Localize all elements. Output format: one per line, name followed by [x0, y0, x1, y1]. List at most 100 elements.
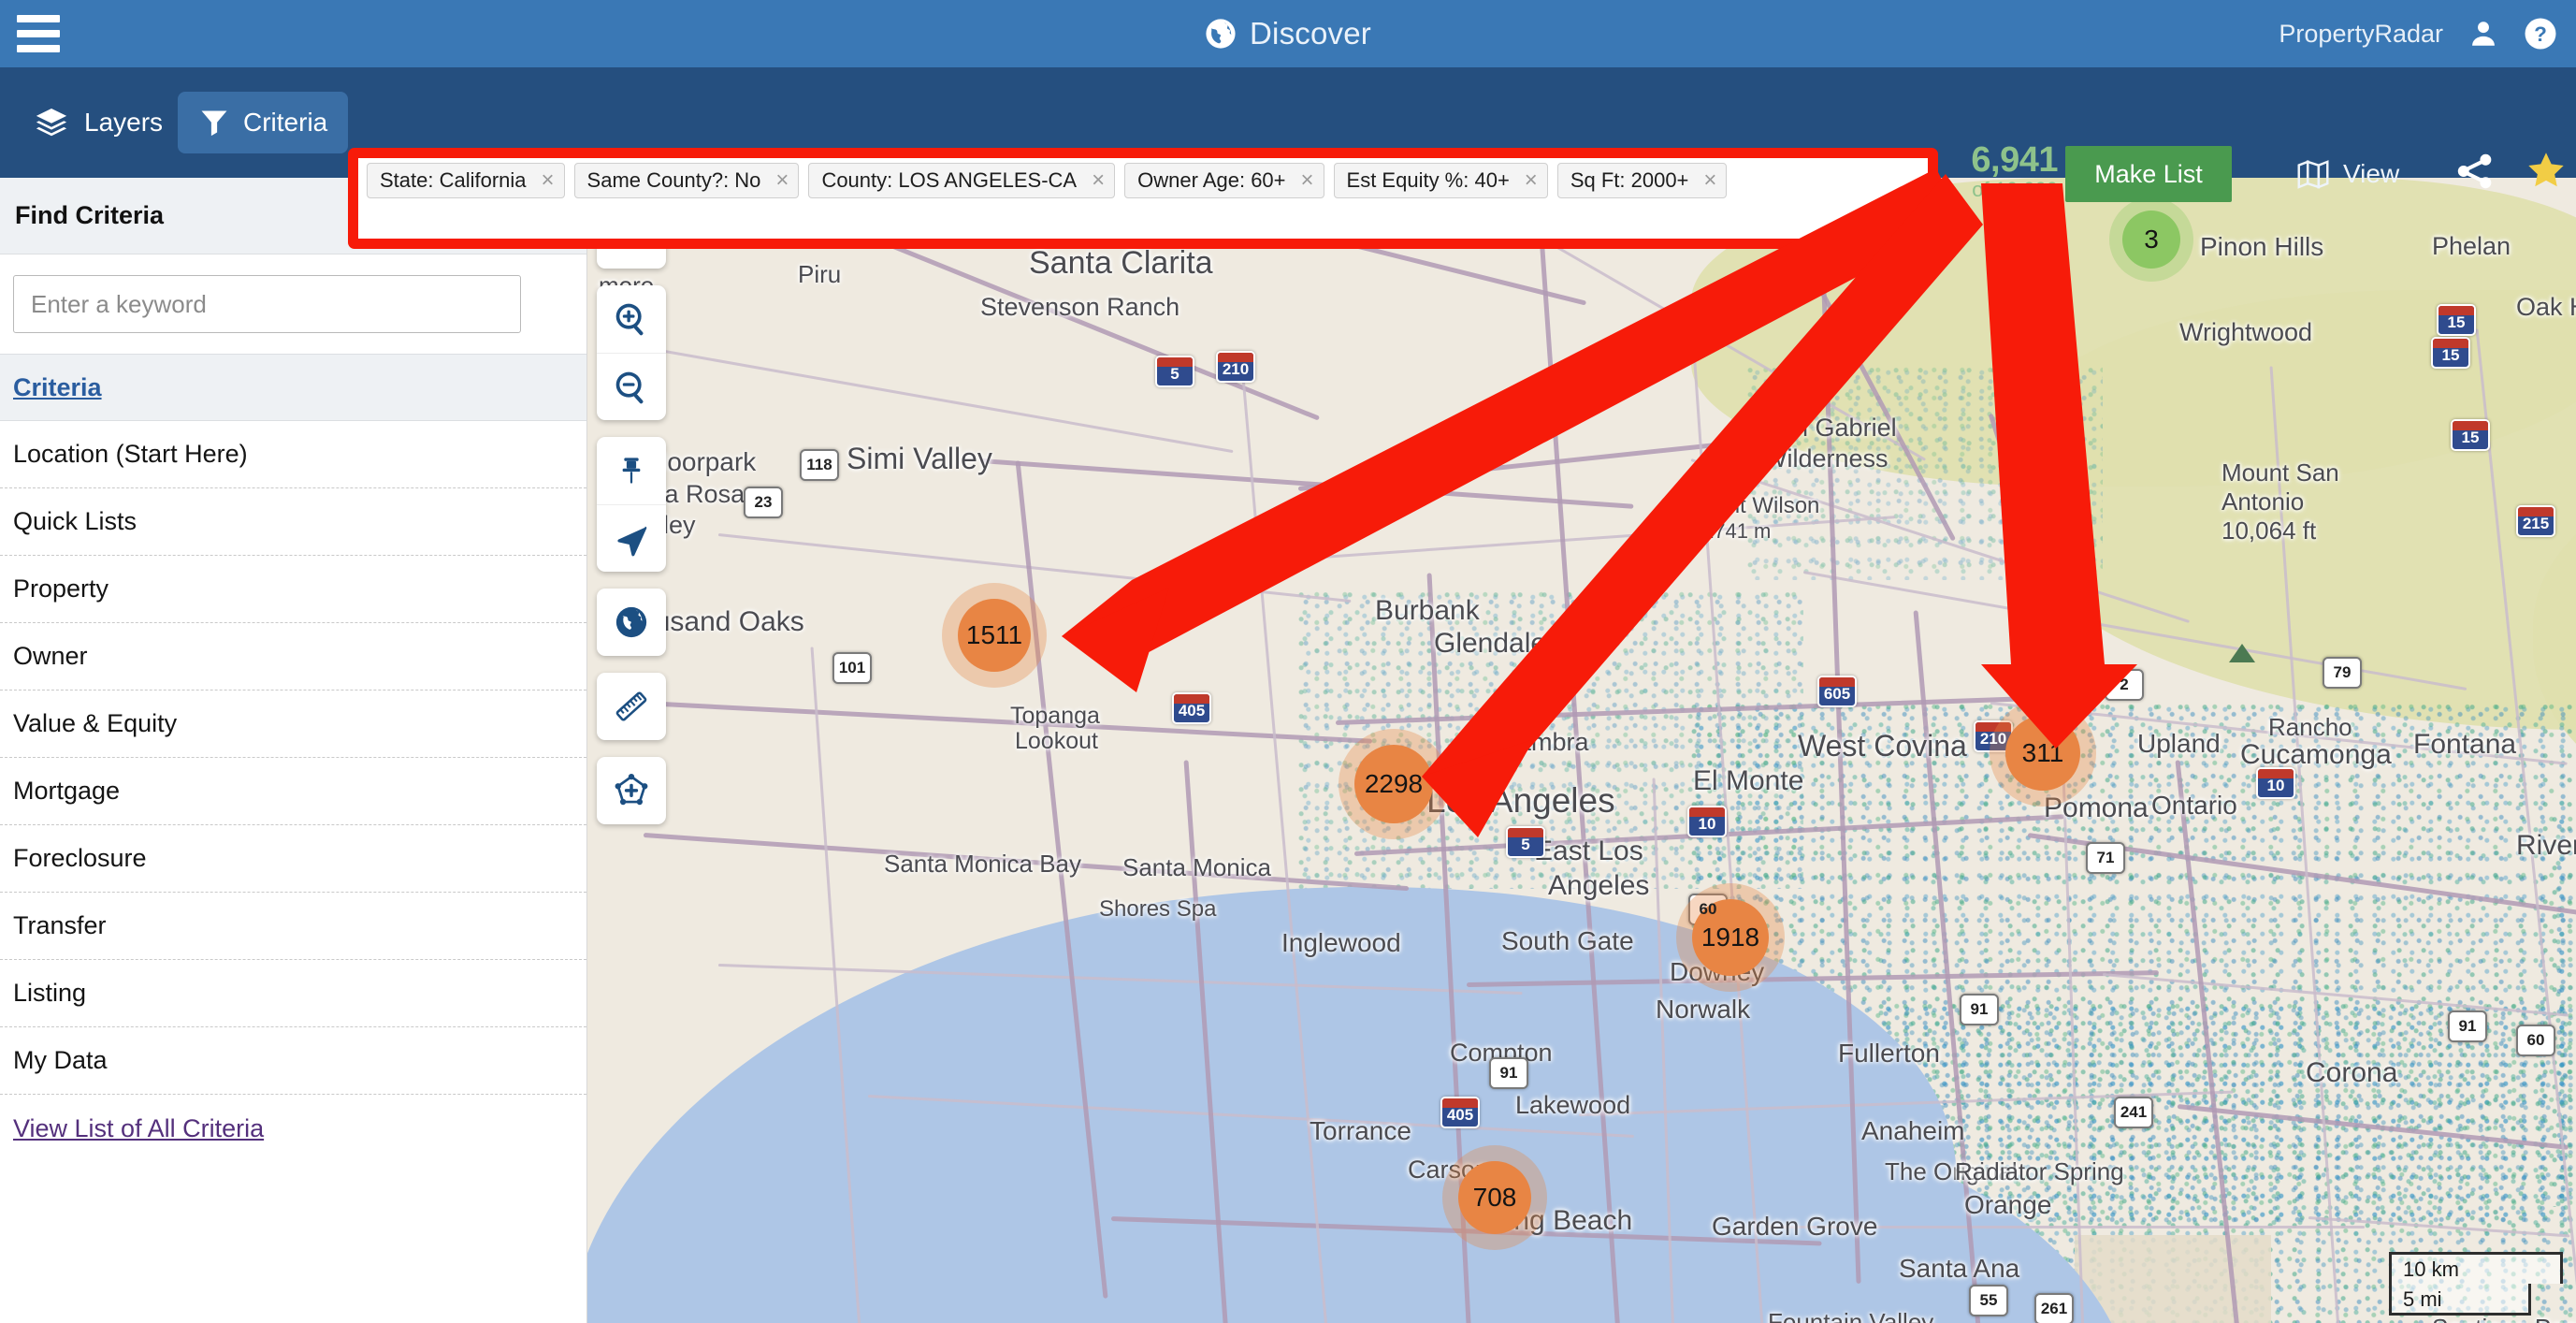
layers-button[interactable]: Layers [21, 92, 176, 153]
draw-polygon-add-icon[interactable] [597, 757, 666, 824]
make-list-button[interactable]: Make List [2065, 146, 2232, 202]
highway-shield-icon: 101 [832, 652, 872, 684]
app-title-group: Discover [0, 0, 2576, 67]
highway-shield-number: 126 [1272, 521, 1298, 540]
sidebar-item-quick-lists[interactable]: Quick Lists [0, 488, 586, 556]
criteria-chip[interactable]: Est Equity %: 40+ × [1334, 163, 1548, 198]
sidebar-item-owner[interactable]: Owner [0, 623, 586, 691]
criteria-section-link[interactable]: Criteria [13, 373, 102, 402]
criteria-chip-remove-icon[interactable]: × [542, 169, 555, 192]
criteria-chip-remove-icon[interactable]: × [775, 169, 789, 192]
highway-shield-icon: 55 [1969, 1285, 2008, 1316]
map-cluster-marker[interactable]: 2298 [1354, 745, 1433, 823]
highway-shield-number: 10 [1699, 815, 1716, 834]
sidebar-item-foreclosure[interactable]: Foreclosure [0, 825, 586, 893]
active-criteria-chip-list: State: California × Same County?: No × Count… [361, 158, 1925, 239]
criteria-chip-label: State: California [380, 168, 527, 193]
map-viewport[interactable]: Val VerdeSanta ClaritaPirumoreStevenson … [587, 178, 2576, 1323]
highway-shield-icon: 79 [2323, 657, 2362, 689]
highway-shield-icon: 5 [1155, 356, 1194, 387]
view-button[interactable]: View [2296, 148, 2399, 200]
highway-shield-number: 101 [839, 659, 865, 677]
share-nodes-icon[interactable] [2455, 152, 2495, 191]
sidebar-item-listing[interactable]: Listing [0, 960, 586, 1027]
globe-icon [1205, 18, 1237, 50]
sidebar-item-transfer[interactable]: Transfer [0, 893, 586, 960]
highway-shield-number: 91 [1971, 1000, 1989, 1019]
criteria-chip-remove-icon[interactable]: × [1703, 169, 1716, 192]
view-all-criteria-row: View List of All Criteria [0, 1095, 586, 1162]
mountain-peak-icon [2229, 644, 2255, 662]
highway-shield-icon: 405 [1440, 1097, 1480, 1128]
criteria-chip-label: Same County?: No [587, 168, 761, 193]
criteria-chip[interactable]: Same County?: No × [574, 163, 800, 198]
criteria-chip-label: Owner Age: 60+ [1137, 168, 1285, 193]
map-fold-icon [2296, 159, 2330, 189]
criteria-chip[interactable]: Sq Ft: 2000+ × [1557, 163, 1728, 198]
hamburger-bar [17, 30, 60, 37]
highway-shield-number: 55 [1980, 1291, 1998, 1310]
criteria-chip-remove-icon[interactable]: × [1092, 169, 1105, 192]
map-cluster-marker[interactable]: 3 [2122, 211, 2180, 269]
criteria-chip[interactable]: Owner Age: 60+ × [1124, 163, 1324, 198]
measure-ruler-icon[interactable] [597, 673, 666, 740]
help-question-icon[interactable]: ? [2524, 17, 2557, 51]
highway-shield-number: 210 [1223, 360, 1249, 379]
criteria-chip-label: Est Equity %: 40+ [1347, 168, 1510, 193]
find-criteria-sidebar: Find Criteria Criteria Location (Start H… [0, 178, 587, 1323]
funnel-filter-icon [198, 107, 230, 138]
sidebar-item-my-data[interactable]: My Data [0, 1027, 586, 1095]
count-limit-link[interactable]: 10,000 [1995, 178, 2058, 201]
highway-shield-number: 15 [2448, 313, 2466, 332]
sidebar-item-mortgage[interactable]: Mortgage [0, 758, 586, 825]
sidebar-title: Find Criteria [15, 201, 164, 230]
topbar-right-group: PropertyRadar ? [2279, 0, 2557, 67]
highway-shield-number: 71 [2097, 849, 2115, 867]
view-all-criteria-link[interactable]: View List of All Criteria [13, 1114, 264, 1143]
criteria-category-list: Location (Start Here) Quick Lists Property… [0, 421, 586, 1095]
criteria-toolbar: Layers Criteria State: California × Same C… [0, 67, 2576, 178]
brand-label: PropertyRadar [2279, 20, 2443, 49]
criteria-chip[interactable]: State: California × [367, 163, 565, 198]
highway-shield-number: 5 [1170, 365, 1179, 384]
map-cluster-marker[interactable]: 311 [2005, 716, 2080, 791]
highway-shield-number: 261 [2041, 1300, 2067, 1318]
highway-shield-number: 210 [1980, 730, 2006, 749]
highway-shield-number: 23 [755, 493, 773, 512]
hamburger-menu-icon[interactable] [17, 15, 60, 52]
user-account-icon[interactable] [2467, 18, 2499, 50]
push-pin-icon[interactable] [597, 437, 666, 504]
sidebar-item-location-start-here[interactable]: Location (Start Here) [0, 421, 586, 488]
criteria-chip-remove-icon[interactable]: × [1301, 169, 1314, 192]
highway-shield-number: 79 [2334, 663, 2352, 682]
count-of-label: of [1972, 178, 1994, 201]
result-count: 6,941 [1946, 142, 2058, 178]
sidebar-item-value-equity[interactable]: Value & Equity [0, 691, 586, 758]
criteria-chip[interactable]: County: LOS ANGELES-CA × [808, 163, 1115, 198]
zoom-in-icon[interactable] [597, 285, 666, 353]
search-input[interactable] [13, 275, 521, 333]
sidebar-item-property[interactable]: Property [0, 556, 586, 623]
map-cluster-marker[interactable]: 708 [1458, 1161, 1531, 1234]
hamburger-bar [17, 15, 60, 22]
zoom-out-icon[interactable] [597, 353, 666, 420]
map-pin-nav-group [597, 437, 666, 572]
star-favorite-icon[interactable] [2525, 150, 2567, 191]
map-cluster-marker[interactable]: 1511 [958, 599, 1031, 672]
criteria-button[interactable]: Criteria [178, 92, 348, 153]
map-basemap-group [597, 589, 666, 656]
layers-stack-icon [34, 105, 69, 140]
highway-shield-icon: 15 [2451, 419, 2490, 451]
globe-basemap-icon[interactable] [597, 589, 666, 656]
highway-shield-icon: 210 [1216, 351, 1255, 383]
highway-shield-icon: 2 [2105, 669, 2144, 701]
map-scale-bar: 10 km 5 mi [2389, 1252, 2563, 1316]
highway-shield-number: 91 [1500, 1064, 1518, 1083]
highway-shield-icon: 605 [1817, 676, 1857, 707]
highway-shield-number: 405 [1179, 702, 1205, 720]
highway-shield-icon: 71 [2086, 842, 2125, 874]
navigate-arrow-icon[interactable] [597, 504, 666, 572]
criteria-chip-remove-icon[interactable]: × [1525, 169, 1538, 192]
map-measure-group [597, 673, 666, 740]
criteria-section-header: Criteria [0, 354, 586, 421]
